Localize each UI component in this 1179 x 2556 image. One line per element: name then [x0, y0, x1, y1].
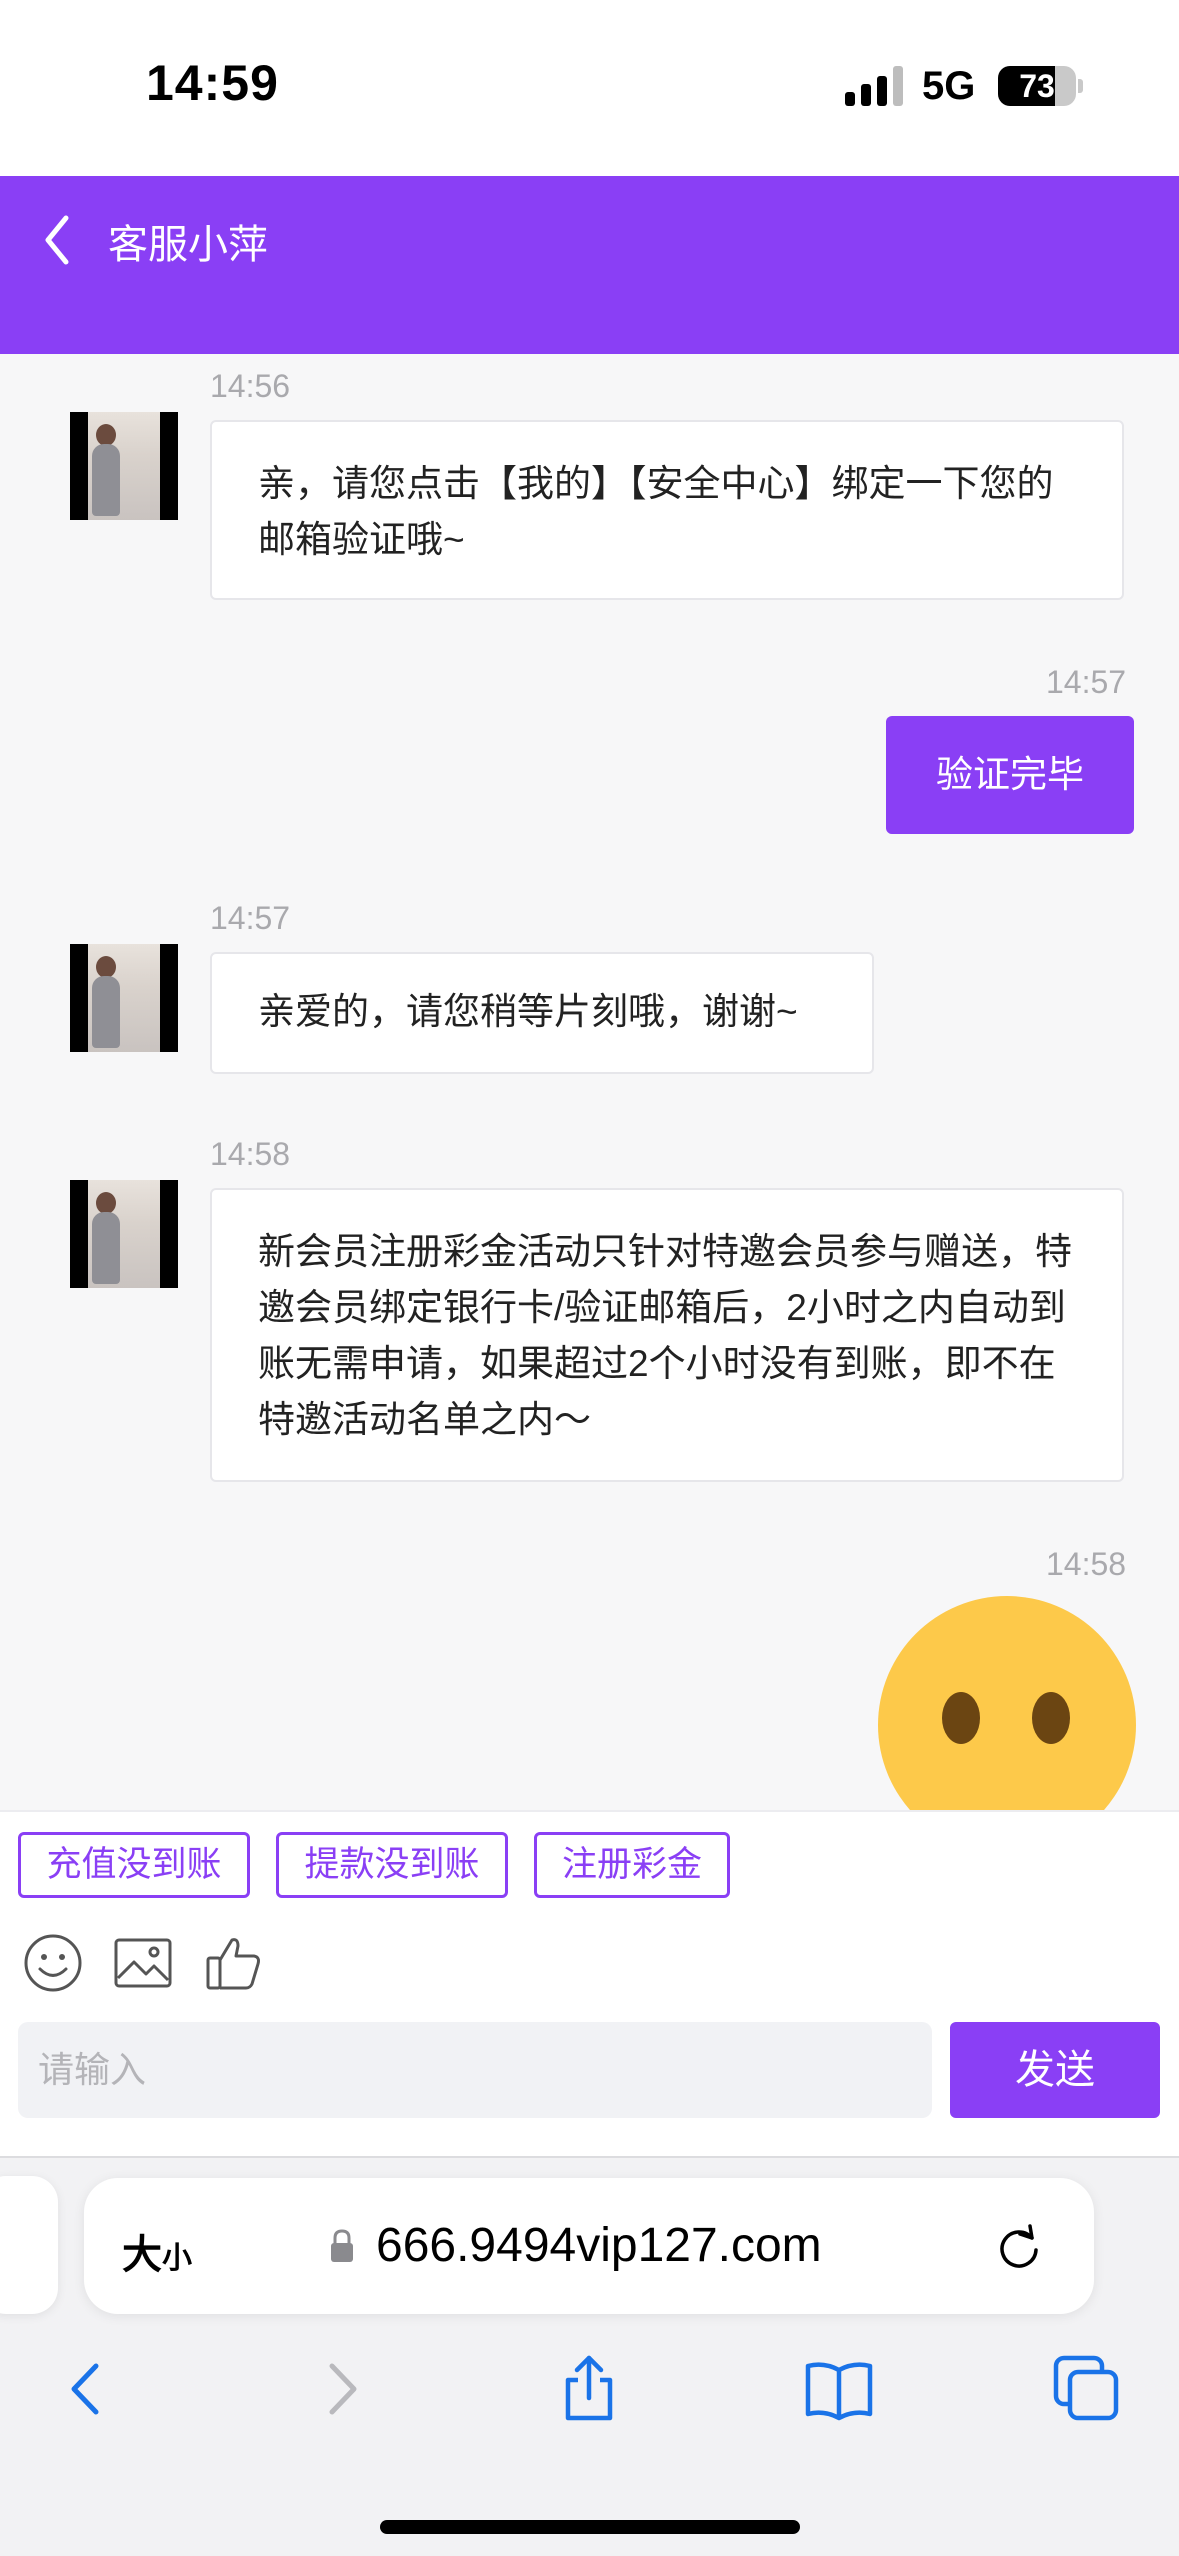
- home-indicator: [380, 2520, 800, 2534]
- quick-reply-recharge[interactable]: 充值没到账: [18, 1832, 250, 1898]
- back-icon[interactable]: [52, 2354, 122, 2424]
- cellular-signal-icon: [845, 66, 907, 106]
- text-size-small: 小: [162, 2242, 192, 2275]
- bookmarks-icon[interactable]: [804, 2354, 874, 2424]
- quick-reply-withdrawal[interactable]: 提款没到账: [276, 1832, 508, 1898]
- network-type: 5G: [922, 64, 976, 108]
- url-text[interactable]: 666.9494vip127.com: [376, 2218, 822, 2273]
- message-time: 14:58: [1046, 1546, 1127, 1582]
- message-bubble-outgoing: 验证完毕: [886, 716, 1134, 834]
- address-bar[interactable]: 大小 666.9494vip127.com: [84, 2178, 1094, 2314]
- composer-panel: 充值没到账 提款没到账 注册彩金 发送: [0, 1810, 1179, 2156]
- message-bubble-incoming: 亲爱的，请您稍等片刻哦，谢谢~: [210, 952, 874, 1074]
- battery-tip: [1078, 79, 1083, 93]
- lock-icon: [331, 2229, 353, 2262]
- avatar[interactable]: [70, 944, 178, 1052]
- text-size-label: 大: [122, 2233, 162, 2277]
- text-size-button[interactable]: 大小: [122, 2222, 192, 2280]
- share-icon[interactable]: [554, 2354, 624, 2424]
- message-bubble-incoming: 新会员注册彩金活动只针对特邀会员参与赠送，特邀会员绑定银行卡/验证邮箱后，2小时…: [210, 1188, 1124, 1482]
- avatar[interactable]: [70, 412, 178, 520]
- neutral-face-emoji: [878, 1596, 1136, 1810]
- thumbs-up-icon[interactable]: [202, 1932, 264, 1994]
- message-time: 14:57: [1046, 664, 1127, 700]
- battery-icon: 73: [998, 66, 1076, 106]
- smiley-icon[interactable]: [22, 1932, 84, 1994]
- status-time: 14:59: [146, 55, 279, 111]
- message-time: 14:58: [210, 1136, 291, 1172]
- status-bar: 14:59 5G 73: [0, 0, 1179, 176]
- tabs-icon[interactable]: [1052, 2354, 1122, 2424]
- battery-percent: 73: [1019, 68, 1055, 104]
- avatar[interactable]: [70, 1180, 178, 1288]
- image-icon[interactable]: [112, 1932, 174, 1994]
- back-button[interactable]: [38, 210, 78, 270]
- message-input[interactable]: [18, 2022, 932, 2118]
- message-bubble-incoming: 亲，请您点击【我的】【安全中心】绑定一下您的邮箱验证哦~: [210, 420, 1124, 600]
- chat-header: 客服小萍: [0, 176, 1179, 354]
- send-button[interactable]: 发送: [950, 2022, 1160, 2118]
- message-time: 14:56: [210, 368, 291, 404]
- forward-icon[interactable]: [306, 2354, 376, 2424]
- previous-tab-preview[interactable]: [0, 2176, 58, 2314]
- message-input-box: [18, 2022, 932, 2118]
- reload-icon[interactable]: [994, 2222, 1044, 2272]
- page-title: 客服小萍: [108, 223, 268, 267]
- chat-messages[interactable]: 14:56 亲，请您点击【我的】【安全中心】绑定一下您的邮箱验证哦~ 14:57…: [0, 354, 1179, 1810]
- quick-reply-bonus[interactable]: 注册彩金: [534, 1832, 730, 1898]
- browser-toolbar: 大小 666.9494vip127.com: [0, 2156, 1179, 2556]
- message-time: 14:57: [210, 900, 291, 936]
- chevron-left-icon: [45, 215, 69, 265]
